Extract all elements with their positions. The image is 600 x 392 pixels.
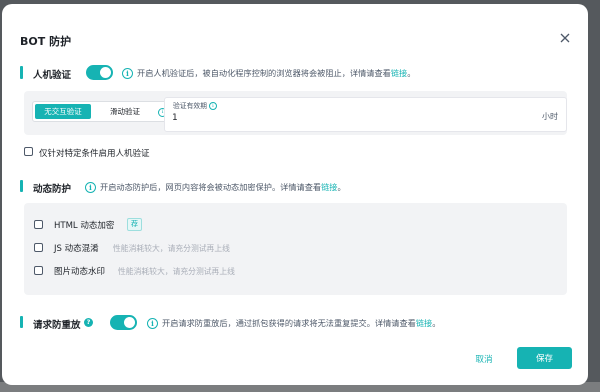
- replay-protection-hint: 开启请求防重放后，通过抓包获得的请求将无法重复提交。详情请查看链接。: [162, 317, 440, 329]
- section-marker: [20, 66, 23, 79]
- section-marker: [20, 316, 23, 328]
- dynamic-protection-link[interactable]: 链接: [321, 182, 337, 192]
- section-marker: [20, 180, 23, 192]
- html-encryption-label: HTML 动态加密: [54, 221, 115, 231]
- hint-end: 。: [407, 68, 416, 78]
- image-watermark-desc: 性能消耗较大，请充分测试再上线: [118, 267, 235, 276]
- human-verification-hint: 开启人机验证后，被自动化程序控制的浏览器将会被阻止，详情请查看链接。: [137, 67, 415, 79]
- replay-protection-link[interactable]: 链接: [416, 318, 432, 328]
- html-encryption-checkbox[interactable]: [34, 220, 43, 229]
- mode-slider[interactable]: 滑动验证: [93, 104, 157, 119]
- validity-label: 验证有效期 i: [173, 100, 217, 110]
- hint-end: 。: [432, 318, 441, 328]
- info-icon: i: [85, 182, 96, 193]
- hint-text: 开启动态防护后，网页内容将会被动态加密保护。详情请查看: [100, 182, 322, 192]
- human-verification-toggle[interactable]: [86, 65, 113, 80]
- js-obfuscation-desc: 性能消耗较大，请充分测试再上线: [113, 244, 230, 253]
- image-watermark-checkbox[interactable]: [34, 266, 43, 275]
- replay-protection-toggle[interactable]: [110, 315, 137, 330]
- human-verification-link[interactable]: 链接: [391, 68, 407, 78]
- info-icon: i: [122, 68, 133, 79]
- hint-end: 。: [337, 182, 346, 192]
- mode-no-interaction[interactable]: 无交互验证: [35, 104, 91, 119]
- dynamic-protection-title: 动态防护: [33, 184, 72, 195]
- conditional-checkbox[interactable]: [24, 147, 33, 156]
- close-icon[interactable]: [558, 30, 572, 44]
- js-obfuscation-checkbox[interactable]: [34, 243, 43, 252]
- human-verification-title: 人机验证: [33, 70, 72, 81]
- verification-mode-selector: 无交互验证 滑动验证 i: [32, 101, 174, 122]
- dynamic-options-panel: [24, 203, 567, 295]
- validity-unit: 小时: [542, 112, 558, 121]
- js-obfuscation-label: JS 动态混淆: [54, 244, 99, 254]
- hint-text: 开启人机验证后，被自动化程序控制的浏览器将会被阻止，详情请查看: [137, 68, 391, 78]
- validity-label-text: 验证有效期: [173, 102, 207, 110]
- cancel-button[interactable]: 取消: [468, 350, 500, 368]
- validity-field: 验证有效期i 小时: [164, 97, 567, 132]
- hint-text: 开启请求防重放后，通过抓包获得的请求将无法重复提交。详情请查看: [162, 318, 416, 328]
- dialog-title: BOT 防护: [20, 35, 72, 48]
- save-button[interactable]: 保存: [517, 347, 572, 369]
- recommended-badge: 荐: [127, 218, 142, 231]
- replay-protection-title: 请求防重放: [33, 320, 81, 331]
- help-icon[interactable]: ?: [84, 318, 93, 327]
- bot-protection-dialog: BOT 防护 人机验证 i 开启人机验证后，被自动化程序控制的浏览器将会被阻止，…: [2, 4, 588, 385]
- validity-input[interactable]: [172, 110, 502, 126]
- dynamic-protection-hint: 开启动态防护后，网页内容将会被动态加密保护。详情请查看链接。: [100, 181, 346, 193]
- image-watermark-label: 图片动态水印: [54, 267, 106, 277]
- info-icon: i: [147, 318, 158, 329]
- conditional-checkbox-label: 仅针对特定条件启用人机验证: [39, 149, 150, 159]
- info-icon: i: [208, 102, 217, 110]
